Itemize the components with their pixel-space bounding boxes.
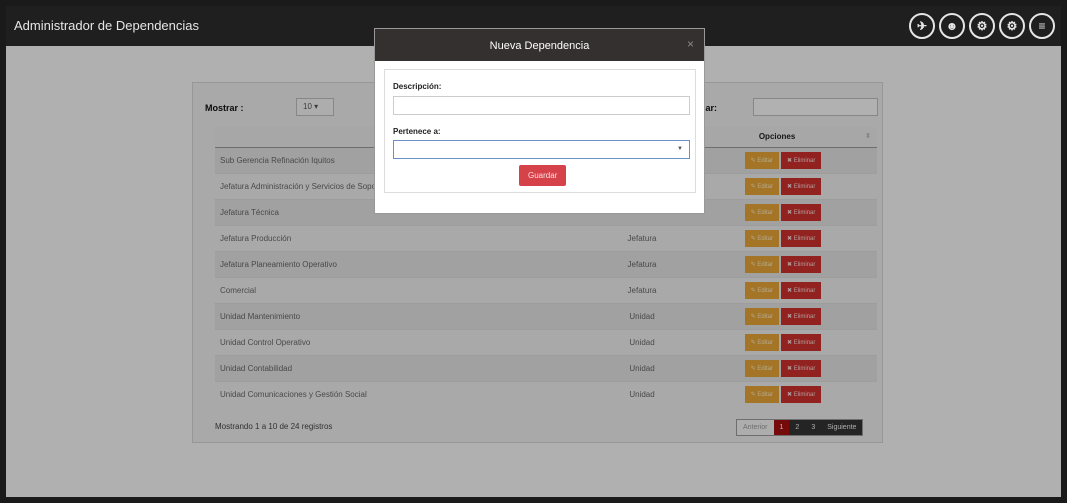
descripcion-label: Descripción: <box>393 82 442 91</box>
modal-form: Descripción: Pertenece a: ▼ Guardar <box>384 69 696 193</box>
users-icon[interactable]: ☻ <box>939 13 965 39</box>
bikes-icon[interactable]: ⚙ <box>969 13 995 39</box>
gears-icon[interactable]: ⚙ <box>999 13 1025 39</box>
close-icon[interactable]: × <box>687 37 694 51</box>
satellite-icon[interactable]: ✈ <box>909 13 935 39</box>
modal-header: Nueva Dependencia × <box>375 29 704 61</box>
pertenece-label: Pertenece a: <box>393 127 441 136</box>
pertenece-select[interactable]: ▼ <box>393 140 690 159</box>
app-title: Administrador de Dependencias <box>14 18 199 33</box>
chevron-down-icon: ▼ <box>677 146 683 152</box>
menu-icon[interactable]: ≡ <box>1029 13 1055 39</box>
save-button[interactable]: Guardar <box>519 165 567 186</box>
nueva-dependencia-modal: Nueva Dependencia × Descripción: Pertene… <box>374 28 705 214</box>
modal-title: Nueva Dependencia <box>489 40 590 52</box>
nav-icons: ✈ ☻ ⚙ ⚙ ≡ <box>909 13 1055 39</box>
app-frame: Administrador de Dependencias ✈ ☻ ⚙ ⚙ ≡ … <box>6 6 1061 497</box>
descripcion-input[interactable] <box>393 96 690 115</box>
